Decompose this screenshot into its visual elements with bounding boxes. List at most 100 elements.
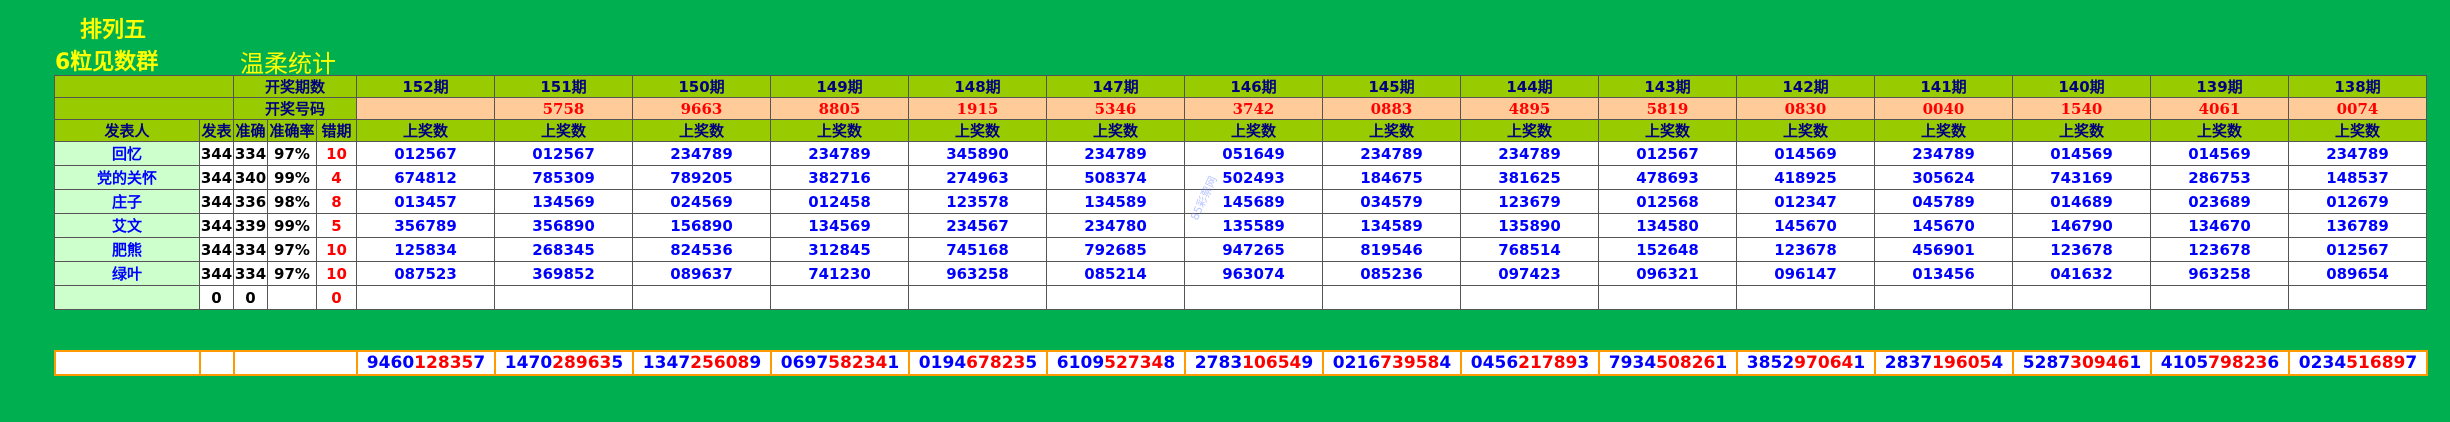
number-cell: 824536 bbox=[632, 237, 771, 262]
number-cell: 947265 bbox=[1184, 237, 1323, 262]
draw-number-cell: 5758 bbox=[494, 97, 633, 120]
draw-period-label: 开奖期数 bbox=[233, 75, 357, 98]
number-cell: 382716 bbox=[770, 165, 909, 190]
number-cell: 123679 bbox=[1460, 189, 1599, 214]
number-cell: 012679 bbox=[2288, 189, 2427, 214]
header-blank bbox=[54, 97, 234, 120]
draw-number-cell: 3742 bbox=[1184, 97, 1323, 120]
accuracy-rate: 99% bbox=[267, 213, 317, 238]
period-cell: 150期 bbox=[632, 75, 771, 98]
accuracy-rate-header: 准确率 bbox=[267, 119, 317, 142]
summary-cell: 1470289635 bbox=[494, 350, 634, 376]
number-cell: 051649 bbox=[1184, 141, 1323, 166]
sub-header-cell: 上奖数 bbox=[2012, 119, 2151, 142]
number-cell: 012567 bbox=[1598, 141, 1737, 166]
number-cell-empty bbox=[2288, 285, 2427, 310]
summary-cell: 0194678235 bbox=[908, 350, 1048, 376]
summary-cell: 7934508261 bbox=[1598, 350, 1738, 376]
number-cell: 123678 bbox=[2150, 237, 2289, 262]
draw-number-cell: 0883 bbox=[1322, 97, 1461, 120]
number-cell-empty bbox=[770, 285, 909, 310]
number-cell: 234789 bbox=[1046, 141, 1185, 166]
number-cell-empty bbox=[1184, 285, 1323, 310]
draw-number-cell: 1915 bbox=[908, 97, 1047, 120]
number-cell: 234789 bbox=[632, 141, 771, 166]
publisher-name: 回忆 bbox=[54, 141, 200, 166]
period-cell: 146期 bbox=[1184, 75, 1323, 98]
accuracy-rate: 97% bbox=[267, 261, 317, 286]
lottery-title: 排列五 bbox=[80, 18, 147, 43]
published-count: 344 bbox=[199, 261, 234, 286]
table-row: 回忆 344 334 97% 10 012567 012567 234789 234789 345… bbox=[54, 141, 2427, 166]
number-cell: 012568 bbox=[1598, 189, 1737, 214]
number-cell: 789205 bbox=[632, 165, 771, 190]
sub-header-cell: 上奖数 bbox=[632, 119, 771, 142]
summary-cell: 4105798236 bbox=[2150, 350, 2290, 376]
summary-cell: 0456217893 bbox=[1460, 350, 1600, 376]
accurate-count-header: 准确 bbox=[233, 119, 268, 142]
draw-number-label: 开奖号码 bbox=[233, 97, 357, 120]
period-cell: 149期 bbox=[770, 75, 909, 98]
number-cell: 041632 bbox=[2012, 261, 2151, 286]
number-cell: 792685 bbox=[1046, 237, 1185, 262]
number-cell: 345890 bbox=[908, 141, 1047, 166]
number-cell: 785309 bbox=[494, 165, 633, 190]
number-cell: 134589 bbox=[1322, 213, 1461, 238]
summary-cell: 2837196054 bbox=[1874, 350, 2014, 376]
error-count: 4 bbox=[316, 165, 357, 190]
number-cell: 034579 bbox=[1322, 189, 1461, 214]
accuracy-rate bbox=[267, 285, 317, 310]
summary-cell: 0234516897 bbox=[2288, 350, 2428, 376]
number-cell: 305624 bbox=[1874, 165, 2013, 190]
number-cell-empty bbox=[2012, 285, 2151, 310]
publisher-name-empty bbox=[54, 285, 200, 310]
number-cell: 134569 bbox=[770, 213, 909, 238]
number-cell: 024569 bbox=[632, 189, 771, 214]
number-cell: 745168 bbox=[908, 237, 1047, 262]
error-count: 10 bbox=[316, 261, 357, 286]
accurate-count: 0 bbox=[233, 285, 268, 310]
number-cell: 014569 bbox=[1736, 141, 1875, 166]
publisher-name: 庄子 bbox=[54, 189, 200, 214]
number-cell: 156890 bbox=[632, 213, 771, 238]
number-cell: 369852 bbox=[494, 261, 633, 286]
number-cell: 013456 bbox=[1874, 261, 2013, 286]
period-cell: 145期 bbox=[1322, 75, 1461, 98]
number-cell-empty bbox=[1322, 285, 1461, 310]
accurate-count: 334 bbox=[233, 237, 268, 262]
header-blank bbox=[54, 75, 234, 98]
number-cell: 768514 bbox=[1460, 237, 1599, 262]
stats-table: 开奖期数 152期 151期 150期 149期 148期 147期 146期 145期 144期… bbox=[54, 75, 2427, 310]
number-cell: 963258 bbox=[2150, 261, 2289, 286]
number-cell: 312845 bbox=[770, 237, 909, 262]
accurate-count: 339 bbox=[233, 213, 268, 238]
accurate-count: 336 bbox=[233, 189, 268, 214]
number-cell: 012567 bbox=[356, 141, 495, 166]
number-cell: 234567 bbox=[908, 213, 1047, 238]
published-count: 0 bbox=[199, 285, 234, 310]
number-cell: 963258 bbox=[908, 261, 1047, 286]
publisher-header: 发表人 bbox=[54, 119, 200, 142]
error-count: 0 bbox=[316, 285, 357, 310]
number-cell: 234789 bbox=[1460, 141, 1599, 166]
number-cell: 134580 bbox=[1598, 213, 1737, 238]
number-cell-empty bbox=[356, 285, 495, 310]
number-cell: 097423 bbox=[1460, 261, 1599, 286]
number-cell-empty bbox=[1736, 285, 1875, 310]
period-cell: 152期 bbox=[356, 75, 495, 98]
accuracy-rate: 97% bbox=[267, 141, 317, 166]
draw-number-cell: 0830 bbox=[1736, 97, 1875, 120]
summary-blank bbox=[54, 350, 201, 376]
sub-header-cell: 上奖数 bbox=[908, 119, 1047, 142]
number-cell: 286753 bbox=[2150, 165, 2289, 190]
summary-cell: 0216739584 bbox=[1322, 350, 1462, 376]
number-cell-empty bbox=[494, 285, 633, 310]
period-cell: 142期 bbox=[1736, 75, 1875, 98]
summary-cell: 1347256089 bbox=[632, 350, 772, 376]
sub-header-cell: 上奖数 bbox=[1598, 119, 1737, 142]
period-cell: 148期 bbox=[908, 75, 1047, 98]
sub-header-cell: 上奖数 bbox=[2288, 119, 2427, 142]
number-cell-empty bbox=[1046, 285, 1185, 310]
number-cell: 014689 bbox=[2012, 189, 2151, 214]
draw-number-cell: 8805 bbox=[770, 97, 909, 120]
